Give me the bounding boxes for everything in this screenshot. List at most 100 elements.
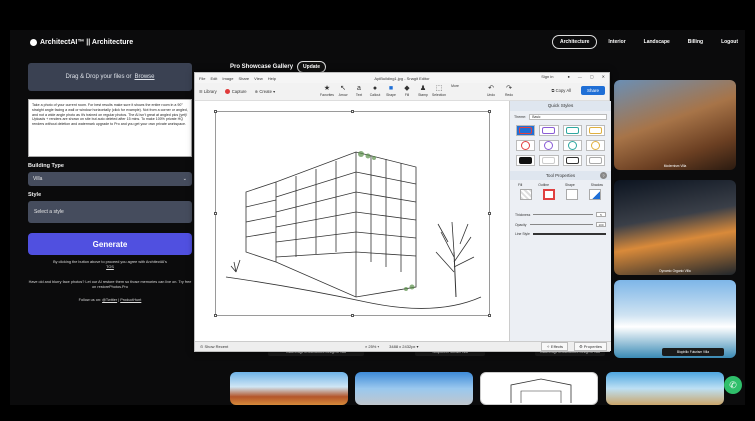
resize-handle[interactable] bbox=[214, 212, 217, 215]
building-type-select[interactable]: Villa ⌄ bbox=[28, 172, 192, 186]
close-icon[interactable]: ✕ bbox=[602, 74, 605, 79]
tool-label: Fill bbox=[404, 93, 410, 97]
style-swatch[interactable] bbox=[562, 125, 582, 136]
redo-label: Redo bbox=[504, 93, 514, 97]
theme-select[interactable]: Basic bbox=[529, 114, 607, 120]
gallery-tile[interactable] bbox=[614, 280, 736, 358]
rectangle-icon bbox=[588, 127, 602, 134]
undo-icon: ↶ bbox=[488, 85, 494, 92]
style-swatch[interactable] bbox=[539, 140, 559, 151]
tool-favorites[interactable]: ★ Favorites bbox=[320, 84, 334, 97]
editor-canvas[interactable] bbox=[195, 101, 509, 343]
menu-view[interactable]: View bbox=[254, 76, 263, 81]
style-swatch[interactable] bbox=[516, 155, 536, 166]
fill-picker[interactable] bbox=[519, 189, 532, 200]
menu-share[interactable]: Share bbox=[238, 76, 249, 81]
tool-callout[interactable]: ● Callout bbox=[369, 84, 381, 97]
undo-button[interactable]: ↶ Undo bbox=[485, 84, 497, 97]
menu-help[interactable]: Help bbox=[268, 76, 276, 81]
tool-text[interactable]: a Text bbox=[353, 84, 365, 97]
tool-selection[interactable]: ⬚ Selection bbox=[432, 84, 446, 97]
style-swatch[interactable] bbox=[562, 140, 582, 151]
browse-link[interactable]: Browse bbox=[135, 74, 155, 80]
shape-picker[interactable] bbox=[566, 189, 579, 200]
resize-handle[interactable] bbox=[351, 110, 354, 113]
resize-handle[interactable] bbox=[488, 212, 491, 215]
resize-handle[interactable] bbox=[488, 110, 491, 113]
nav-architecture[interactable]: Architecture bbox=[551, 35, 598, 49]
copy-all-button[interactable]: ⧉ Copy All bbox=[551, 88, 571, 93]
gallery-tile[interactable] bbox=[480, 372, 598, 405]
tool-fill[interactable]: ◆ Fill bbox=[401, 84, 413, 97]
style-swatch[interactable] bbox=[539, 125, 559, 136]
thickness-slider[interactable]: Thickness 5 bbox=[510, 212, 611, 217]
maximize-icon[interactable]: ▢ bbox=[590, 74, 594, 79]
sign-in-link[interactable]: Sign in bbox=[541, 74, 553, 79]
show-recent-label: Show Recent bbox=[204, 344, 229, 349]
style-swatch[interactable] bbox=[539, 155, 559, 166]
gallery-tile[interactable] bbox=[230, 372, 348, 405]
image-size-control[interactable]: 3488 x 2432px ▾ bbox=[389, 344, 418, 349]
redo-button[interactable]: ↷ Redo bbox=[503, 84, 515, 97]
outline-picker[interactable] bbox=[542, 189, 555, 200]
library-button[interactable]: ☰ Library bbox=[199, 89, 217, 94]
share-button[interactable]: Share bbox=[580, 86, 605, 95]
menu-image[interactable]: Image bbox=[222, 76, 233, 81]
zoom-control[interactable]: ⌕ 25% ▾ bbox=[365, 344, 379, 349]
slider-track[interactable] bbox=[529, 224, 593, 225]
producthunt-link[interactable]: ProductHunt bbox=[120, 298, 141, 302]
tool-shape[interactable]: ■ Shape bbox=[385, 84, 397, 97]
create-button[interactable]: ⊕ Create ▾ bbox=[255, 89, 276, 94]
twitter-link[interactable]: @Twitter bbox=[102, 298, 117, 302]
tos-link[interactable]: TOS bbox=[28, 265, 192, 270]
resize-handle[interactable] bbox=[214, 110, 217, 113]
file-dropzone[interactable]: Drag & Drop your files or Browse bbox=[28, 63, 192, 91]
opacity-label: Opacity bbox=[515, 222, 527, 227]
style-swatch[interactable] bbox=[516, 140, 536, 151]
brand[interactable]: ArchitectAI™ || Architecture bbox=[30, 39, 133, 46]
line-style-preview[interactable] bbox=[532, 233, 606, 235]
style-swatch[interactable] bbox=[516, 125, 536, 136]
style-swatch[interactable] bbox=[585, 125, 605, 136]
gallery-tile[interactable] bbox=[606, 372, 724, 405]
slider-track[interactable] bbox=[533, 214, 593, 215]
show-recent-button[interactable]: ⊙ Show Recent bbox=[200, 344, 228, 349]
style-select[interactable]: Select a style bbox=[28, 201, 192, 223]
instructions-text: Take a photo of your current room. For b… bbox=[28, 99, 192, 157]
menu-edit[interactable]: Edit bbox=[210, 76, 217, 81]
effects-button[interactable]: ✧ Effects bbox=[541, 342, 569, 351]
tool-more[interactable]: More bbox=[449, 84, 461, 97]
tool-arrow[interactable]: ↖ Arrow bbox=[337, 84, 349, 97]
nav-logout[interactable]: Logout bbox=[714, 36, 745, 48]
style-swatch[interactable] bbox=[585, 140, 605, 151]
gallery-tile[interactable]: Modernism Villa bbox=[614, 80, 736, 170]
opacity-slider[interactable]: Opacity 100 bbox=[510, 222, 611, 227]
generate-button[interactable]: Generate bbox=[28, 233, 192, 255]
gallery-tile[interactable]: Dynamic Organic Villa bbox=[614, 180, 736, 275]
style-swatch[interactable] bbox=[562, 155, 582, 166]
shadow-picker[interactable] bbox=[589, 189, 602, 200]
properties-label: Properties bbox=[583, 344, 602, 349]
resize-handle[interactable] bbox=[351, 314, 354, 317]
resize-handle[interactable] bbox=[214, 314, 217, 317]
menu-file[interactable]: File bbox=[199, 76, 205, 81]
thickness-value[interactable]: 5 bbox=[596, 212, 606, 217]
status-right: ✧ Effects ⚙ Properties bbox=[541, 342, 607, 351]
capture-button[interactable]: Capture bbox=[224, 89, 247, 95]
style-swatch[interactable] bbox=[585, 155, 605, 166]
nav-billing[interactable]: Billing bbox=[681, 36, 710, 48]
settings-icon[interactable]: ● bbox=[567, 74, 569, 79]
chat-bubble-icon[interactable]: ✆ bbox=[724, 376, 742, 394]
minimize-icon[interactable]: — bbox=[578, 74, 582, 79]
nav-interior[interactable]: Interior bbox=[601, 36, 632, 48]
nav-landscape[interactable]: Landscape bbox=[637, 36, 677, 48]
help-icon[interactable]: ? bbox=[600, 172, 607, 179]
tool-stamp[interactable]: ♟ Stamp bbox=[417, 84, 429, 97]
image-selection-frame[interactable] bbox=[214, 110, 491, 317]
opacity-value[interactable]: 100 bbox=[596, 222, 606, 227]
line-style-row[interactable]: Line Style bbox=[510, 232, 611, 236]
resize-handle[interactable] bbox=[488, 314, 491, 317]
gallery-tile[interactable] bbox=[355, 372, 473, 405]
properties-button[interactable]: ⚙ Properties bbox=[574, 342, 607, 351]
tile-caption: Modernism Villa bbox=[663, 164, 687, 168]
